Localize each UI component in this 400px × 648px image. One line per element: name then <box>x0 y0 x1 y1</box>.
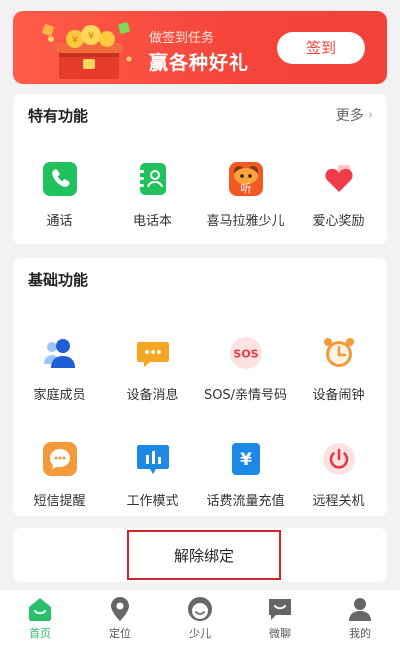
tab-label: 微聊 <box>269 627 291 640</box>
feature-label: 工作模式 <box>126 494 179 509</box>
feature-label: 设备消息 <box>126 388 179 403</box>
sms-reminder-icon <box>42 442 77 476</box>
chat-icon <box>269 599 291 620</box>
feature-label: 短信提醒 <box>33 494 86 509</box>
feature-label: 电话本 <box>132 214 172 229</box>
sign-in-banner[interactable]: ¥ ¥ 做签到任务 赢各种好礼 签到 <box>13 11 387 84</box>
feature-family-members[interactable]: 家庭成员 <box>13 336 106 403</box>
heart-reward-icon <box>324 164 353 192</box>
tab-kids[interactable]: 少儿 <box>160 596 240 641</box>
feature-label: SOS/亲情号码 <box>203 388 288 403</box>
tab-label: 少儿 <box>189 627 211 640</box>
sign-in-button[interactable]: 签到 <box>277 32 365 64</box>
feature-label: 通话 <box>46 214 73 229</box>
feature-device-message[interactable]: 设备消息 <box>106 336 199 403</box>
recharge-icon: ¥ <box>231 443 260 475</box>
tab-label: 我的 <box>349 627 371 640</box>
feature-label: 家庭成员 <box>33 388 86 403</box>
basic-features-card: 基础功能 家庭成员 设备消息 SOS SOS/亲情号码 设备闹钟 短信提醒 工作… <box>13 258 387 516</box>
feature-sms-reminder[interactable]: 短信提醒 <box>13 442 106 509</box>
family-members-icon <box>43 339 75 368</box>
feature-alarm-clock[interactable]: 设备闹钟 <box>292 336 385 403</box>
banner-subtitle: 做签到任务 <box>149 31 215 46</box>
phonebook-icon <box>137 163 166 195</box>
svg-text:¥: ¥ <box>88 31 94 42</box>
alarm-clock-icon <box>323 338 354 367</box>
remote-shutdown-icon <box>322 443 355 475</box>
feature-call[interactable]: 通话 <box>13 162 106 229</box>
special-features-card: 特有功能 更多 › 通话 电话本 听 喜马拉雅少儿 爱心奖励 <box>13 94 387 244</box>
unbind-card: 解除绑定 <box>13 528 387 582</box>
tab-label: 定位 <box>109 627 131 640</box>
banner-title: 赢各种好礼 <box>149 52 250 74</box>
feature-remote-shutdown[interactable]: 远程关机 <box>292 442 385 509</box>
tab-profile[interactable]: 我的 <box>320 596 400 641</box>
chevron-right-icon: › <box>367 107 373 123</box>
feature-work-mode[interactable]: 工作模式 <box>106 442 199 509</box>
sos-icon: SOS <box>229 337 262 369</box>
svg-text:SOS: SOS <box>233 348 258 361</box>
special-features-title: 特有功能 <box>28 107 89 125</box>
feature-label: 设备闹钟 <box>312 388 365 403</box>
kids-icon <box>188 597 212 621</box>
feature-heart-reward[interactable]: 爱心奖励 <box>292 162 385 229</box>
tab-chat[interactable]: 微聊 <box>240 596 320 641</box>
tab-location[interactable]: 定位 <box>80 596 160 641</box>
feature-ximalaya-kids[interactable]: 听 喜马拉雅少儿 <box>199 162 292 229</box>
feature-phonebook[interactable]: 电话本 <box>106 162 199 229</box>
more-label: 更多 <box>335 108 364 124</box>
svg-text:¥: ¥ <box>240 450 252 470</box>
bottom-tab-bar: 首页 定位 少儿 微聊 我的 <box>0 589 400 648</box>
feature-label: 喜马拉雅少儿 <box>206 214 285 229</box>
unbind-button[interactable]: 解除绑定 <box>127 530 281 580</box>
feature-label: 爱心奖励 <box>312 214 365 229</box>
ximalaya-kids-icon: 听 <box>228 162 263 196</box>
treasure-chest-icon: ¥ ¥ <box>42 22 132 79</box>
feature-label: 话费流量充值 <box>206 494 285 509</box>
more-link[interactable]: 更多 › <box>336 105 373 125</box>
feature-recharge[interactable]: ¥ 话费流量充值 <box>199 442 292 509</box>
phone-icon <box>42 162 77 196</box>
basic-features-title: 基础功能 <box>28 271 89 289</box>
svg-text:听: 听 <box>240 182 251 195</box>
tab-label: 首页 <box>29 627 51 640</box>
svg-text:¥: ¥ <box>72 35 78 46</box>
location-icon <box>111 597 129 621</box>
feature-sos[interactable]: SOS SOS/亲情号码 <box>199 336 292 403</box>
feature-label: 远程关机 <box>312 494 365 509</box>
profile-icon <box>349 598 371 621</box>
work-mode-icon <box>136 445 169 474</box>
home-icon <box>29 598 51 621</box>
tab-home[interactable]: 首页 <box>0 596 80 641</box>
device-message-icon <box>136 342 169 367</box>
